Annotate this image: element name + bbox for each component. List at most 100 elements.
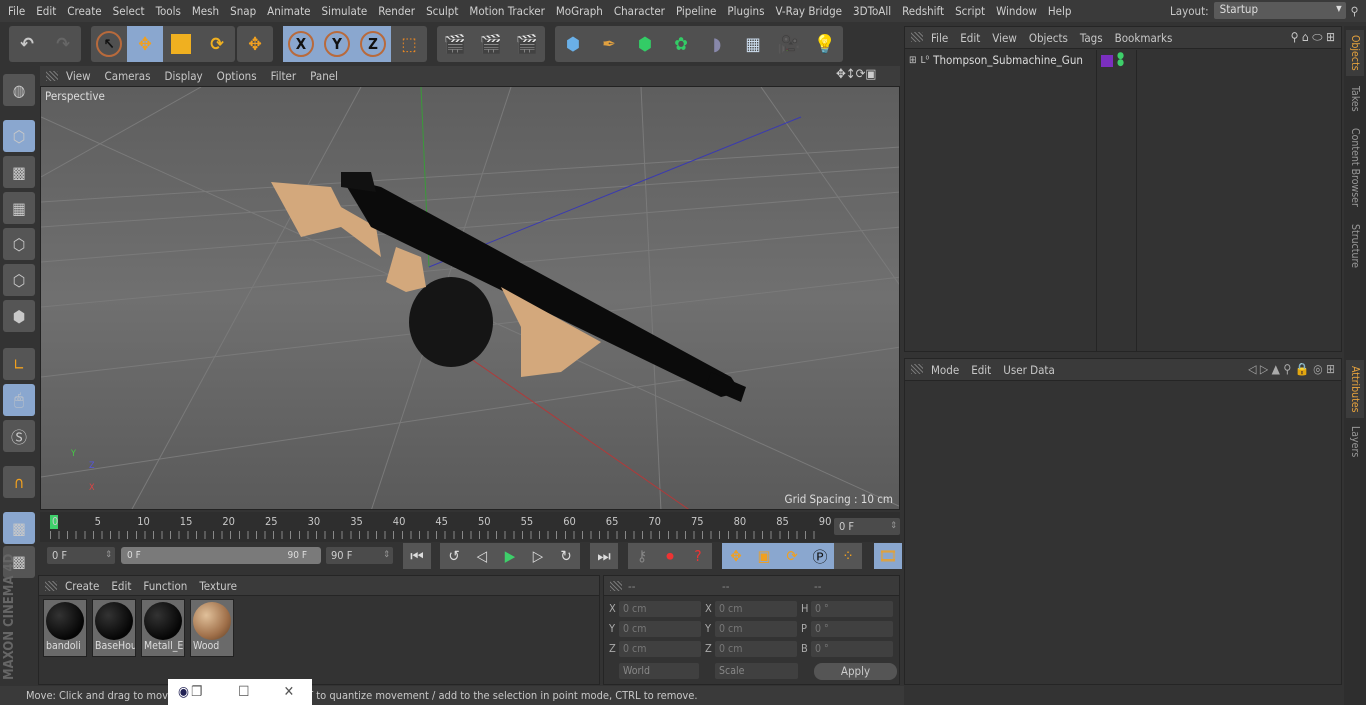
go-to-end-icon[interactable]: ⏭ bbox=[590, 543, 618, 569]
previous-frame-icon[interactable]: ◁ bbox=[468, 543, 496, 569]
light-icon[interactable]: 💡 bbox=[807, 26, 843, 62]
coord-field[interactable]: 0 cm bbox=[715, 641, 797, 657]
lock-workplane-icon[interactable]: ▩ bbox=[3, 512, 35, 544]
object-menu-objects[interactable]: Objects bbox=[1029, 31, 1068, 45]
texture-mode-icon[interactable]: ▩ bbox=[3, 156, 35, 188]
menu-motion-tracker[interactable]: Motion Tracker bbox=[469, 4, 544, 18]
coord-field[interactable]: 0 cm bbox=[619, 621, 701, 637]
points-mode-icon[interactable]: ⬡ bbox=[3, 228, 35, 260]
workplane-icon[interactable]: ▦ bbox=[3, 192, 35, 224]
make-editable-icon[interactable]: ◍ bbox=[3, 74, 35, 106]
timeline-window-icon[interactable]: 🎞 bbox=[874, 543, 902, 569]
attribute-tools-icons[interactable]: ◁ ▷ ▲ ⚲ 🔒 ◎ ⊞ bbox=[1248, 362, 1335, 376]
y-axis-lock-icon[interactable]: Y bbox=[319, 26, 355, 62]
next-key-icon[interactable]: ↻ bbox=[552, 543, 580, 569]
play-icon[interactable]: ▶ bbox=[496, 543, 524, 569]
menu-simulate[interactable]: Simulate bbox=[322, 4, 368, 18]
render-picture-viewer-icon[interactable]: 🎬 bbox=[473, 26, 509, 62]
select-tool-icon[interactable]: ↖ bbox=[91, 26, 127, 62]
viewport-perspective[interactable]: Perspective Grid Spacing : 10 cm YZX bbox=[40, 86, 900, 510]
tab-objects[interactable]: Objects bbox=[1346, 30, 1364, 76]
object-menu-tags[interactable]: Tags bbox=[1080, 31, 1103, 45]
coord-field[interactable]: 0 ° bbox=[811, 621, 893, 637]
object-row[interactable]: ⊞ L⁰ Thompson_Submachine_Gun bbox=[909, 53, 1083, 67]
menu-render[interactable]: Render bbox=[378, 4, 415, 18]
tab-layers[interactable]: Layers bbox=[1346, 424, 1364, 460]
move-tool-icon[interactable]: ✥ bbox=[127, 26, 163, 62]
tab-structure[interactable]: Structure bbox=[1346, 216, 1364, 276]
coord-field[interactable]: 0 ° bbox=[811, 641, 893, 657]
menu-plugins[interactable]: Plugins bbox=[727, 4, 764, 18]
menu-sculpt[interactable]: Sculpt bbox=[426, 4, 458, 18]
polygons-mode-icon[interactable]: ⬢ bbox=[3, 300, 35, 332]
key-pla-icon[interactable]: ⁘ bbox=[834, 543, 862, 569]
go-to-start-icon[interactable]: ⏮ bbox=[403, 543, 431, 569]
pen-icon[interactable]: ✒ bbox=[591, 26, 627, 62]
x-axis-lock-icon[interactable]: X bbox=[283, 26, 319, 62]
autokey-icon[interactable]: ? bbox=[684, 543, 712, 569]
attribute-menu-edit[interactable]: Edit bbox=[971, 363, 991, 377]
model-mode-icon[interactable]: ⬡ bbox=[3, 120, 35, 152]
tab-takes[interactable]: Takes bbox=[1346, 80, 1364, 118]
viewport-menu-display[interactable]: Display bbox=[165, 69, 203, 83]
key-parameter-icon[interactable]: Ⓟ bbox=[806, 543, 834, 569]
menu-snap[interactable]: Snap bbox=[230, 4, 256, 18]
start-frame-field[interactable]: 0 F bbox=[47, 547, 115, 564]
tab-attributes[interactable]: Attributes bbox=[1346, 360, 1364, 418]
menu-edit[interactable]: Edit bbox=[36, 4, 56, 18]
menu-redshift[interactable]: Redshift bbox=[902, 4, 944, 18]
previous-key-icon[interactable]: ↺ bbox=[440, 543, 468, 569]
material-menu-function[interactable]: Function bbox=[143, 579, 187, 593]
coord-field[interactable]: 0 cm bbox=[715, 621, 797, 637]
menu-3dtoall[interactable]: 3DToAll bbox=[853, 4, 891, 18]
key-scale-icon[interactable]: ▣ bbox=[750, 543, 778, 569]
viewport-menu-panel[interactable]: Panel bbox=[310, 69, 338, 83]
key-rotation-icon[interactable]: ⟳ bbox=[778, 543, 806, 569]
menu-help[interactable]: Help bbox=[1048, 4, 1072, 18]
frame-range-slider[interactable]: 0 F 90 F bbox=[121, 547, 321, 564]
tab-content-browser[interactable]: Content Browser bbox=[1346, 122, 1364, 212]
taskbar-window-popup[interactable]: ◉ ❐ ☐ ✕ bbox=[168, 679, 312, 705]
material-swatch[interactable]: Metall_E bbox=[141, 599, 185, 657]
menu-file[interactable]: File bbox=[8, 4, 25, 18]
attribute-menu-mode[interactable]: Mode bbox=[931, 363, 959, 377]
menu-tools[interactable]: Tools bbox=[156, 4, 181, 18]
next-frame-icon[interactable]: ▷ bbox=[524, 543, 552, 569]
menu-pipeline[interactable]: Pipeline bbox=[676, 4, 716, 18]
object-name[interactable]: Thompson_Submachine_Gun bbox=[933, 53, 1083, 67]
snap-icon[interactable]: Ⓢ bbox=[3, 420, 35, 452]
menu-character[interactable]: Character bbox=[614, 4, 665, 18]
layout-selector[interactable]: Layout: Startup ⚲ bbox=[1170, 2, 1358, 19]
menu-window[interactable]: Window bbox=[996, 4, 1037, 18]
material-menu-create[interactable]: Create bbox=[65, 579, 99, 593]
attribute-menu-user-data[interactable]: User Data bbox=[1003, 363, 1055, 377]
material-swatch[interactable]: Wood bbox=[190, 599, 234, 657]
end-frame-field[interactable]: 90 F bbox=[326, 547, 393, 564]
undo-icon[interactable]: ↶ bbox=[9, 26, 45, 62]
object-menu-view[interactable]: View bbox=[992, 31, 1017, 45]
object-menu-edit[interactable]: Edit bbox=[960, 31, 980, 45]
live-move-icon[interactable]: ✥ bbox=[237, 26, 273, 62]
menu-mograph[interactable]: MoGraph bbox=[556, 4, 603, 18]
visibility-dots-icon[interactable]: ● ● bbox=[1117, 52, 1124, 68]
object-menu-bookmarks[interactable]: Bookmarks bbox=[1115, 31, 1173, 45]
menu-v-ray-bridge[interactable]: V-Ray Bridge bbox=[776, 4, 843, 18]
expand-icon[interactable]: ⊞ bbox=[909, 55, 917, 66]
coord-field[interactable]: 0 ° bbox=[811, 601, 893, 617]
coordinate-mode-dropdown[interactable]: World bbox=[619, 663, 699, 679]
search-icon[interactable]: ⚲ bbox=[1351, 4, 1359, 18]
menu-mesh[interactable]: Mesh bbox=[192, 4, 219, 18]
timeline-ruler[interactable]: 0 5 10 15 20 25 30 35 40 45 50 55 60 65 70 75 80 85 90 bbox=[40, 512, 900, 542]
material-menu-texture[interactable]: Texture bbox=[199, 579, 237, 593]
key-position-icon[interactable]: ✥ bbox=[722, 543, 750, 569]
axis-mode-icon[interactable]: ∟ bbox=[3, 348, 35, 380]
viewport-menu-view[interactable]: View bbox=[66, 69, 91, 83]
subdivision-icon[interactable]: ⬢ bbox=[627, 26, 663, 62]
tweak-mode-icon[interactable]: 🖱 bbox=[3, 384, 35, 416]
menu-create[interactable]: Create bbox=[67, 4, 101, 18]
transform-mode-dropdown[interactable]: Scale bbox=[715, 663, 798, 679]
restore-icon[interactable]: ❐ bbox=[191, 684, 202, 700]
z-axis-lock-icon[interactable]: Z bbox=[355, 26, 391, 62]
object-menu-file[interactable]: File bbox=[931, 31, 948, 45]
material-swatch[interactable]: BaseHou bbox=[92, 599, 136, 657]
